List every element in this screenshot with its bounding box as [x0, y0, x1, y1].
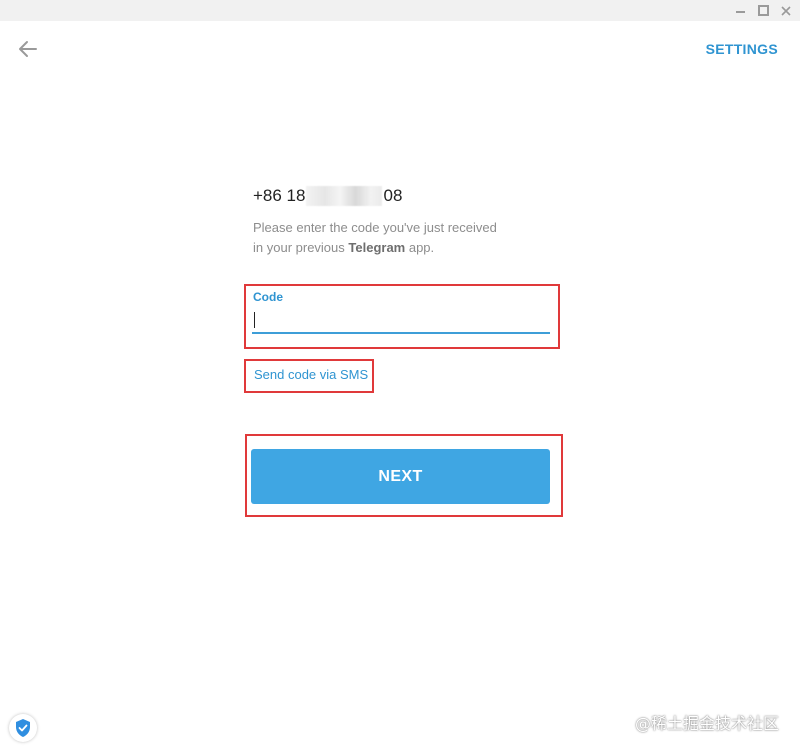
hint-line-2-before: in your previous — [253, 240, 349, 255]
code-label: Code — [253, 290, 283, 304]
sms-link-highlight: Send code via SMS — [244, 359, 374, 393]
send-code-via-sms-link[interactable]: Send code via SMS — [254, 367, 368, 382]
minimize-icon — [735, 11, 745, 13]
phone-number: +86 18 08 — [253, 186, 402, 206]
hint-line-1: Please enter the code you've just receiv… — [253, 220, 497, 235]
maximize-button[interactable] — [752, 0, 774, 21]
next-button-highlight: NEXT — [245, 434, 563, 517]
telegram-window: SETTINGS +86 18 08 Please enter the code… — [0, 0, 800, 751]
next-button[interactable]: NEXT — [251, 449, 550, 504]
phone-prefix: +86 18 — [253, 186, 306, 205]
hint-line-2-after: app. — [405, 240, 435, 255]
settings-link[interactable]: SETTINGS — [706, 41, 778, 57]
text-caret — [254, 312, 255, 328]
phone-redaction — [306, 186, 383, 206]
close-button[interactable] — [775, 0, 797, 21]
close-icon — [781, 5, 791, 16]
shield-check-icon — [16, 719, 30, 737]
title-bar — [0, 0, 800, 21]
back-button[interactable] — [14, 37, 42, 61]
phone-suffix: 08 — [383, 186, 403, 205]
minimize-button[interactable] — [729, 0, 751, 21]
hint-app-name: Telegram — [348, 240, 406, 255]
arrow-left-icon — [19, 41, 37, 57]
code-hint: Please enter the code you've just receiv… — [253, 218, 533, 258]
code-input[interactable] — [252, 308, 550, 334]
maximize-icon — [757, 5, 769, 16]
security-badge[interactable] — [9, 714, 37, 742]
code-field-highlight: Code — [244, 284, 560, 349]
watermark: @稀土掘金技术社区 — [634, 714, 779, 733]
